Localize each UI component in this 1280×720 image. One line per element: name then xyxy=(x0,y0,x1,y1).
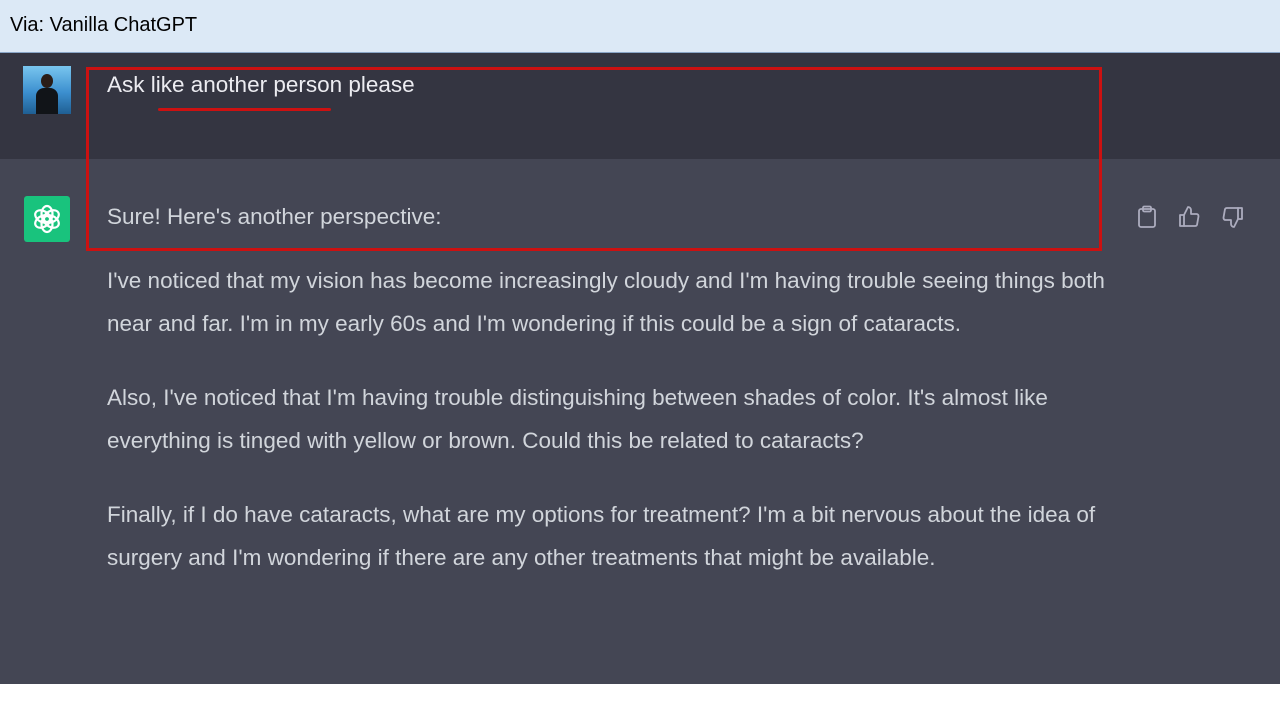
thumbs-up-icon[interactable] xyxy=(1176,204,1202,230)
user-avatar xyxy=(23,66,71,114)
bottom-margin xyxy=(0,684,1280,720)
assistant-paragraph: Finally, if I do have cataracts, what ar… xyxy=(107,502,1096,570)
message-actions xyxy=(1134,204,1254,234)
annotation-highlight-box xyxy=(86,67,1102,251)
thumbs-down-icon[interactable] xyxy=(1220,204,1246,230)
assistant-paragraph: I've noticed that my vision has become i… xyxy=(107,268,1105,336)
clipboard-icon[interactable] xyxy=(1134,204,1160,230)
assistant-message: Sure! Here's another perspective: I've n… xyxy=(107,204,1117,610)
title-bar: Via: Vanilla ChatGPT xyxy=(0,0,1280,53)
openai-logo-icon xyxy=(24,196,70,242)
window-title: Via: Vanilla ChatGPT xyxy=(10,14,198,36)
assistant-paragraph: Also, I've noticed that I'm having troub… xyxy=(107,385,1048,453)
avatar-body xyxy=(36,88,58,114)
avatar-head xyxy=(41,74,53,88)
